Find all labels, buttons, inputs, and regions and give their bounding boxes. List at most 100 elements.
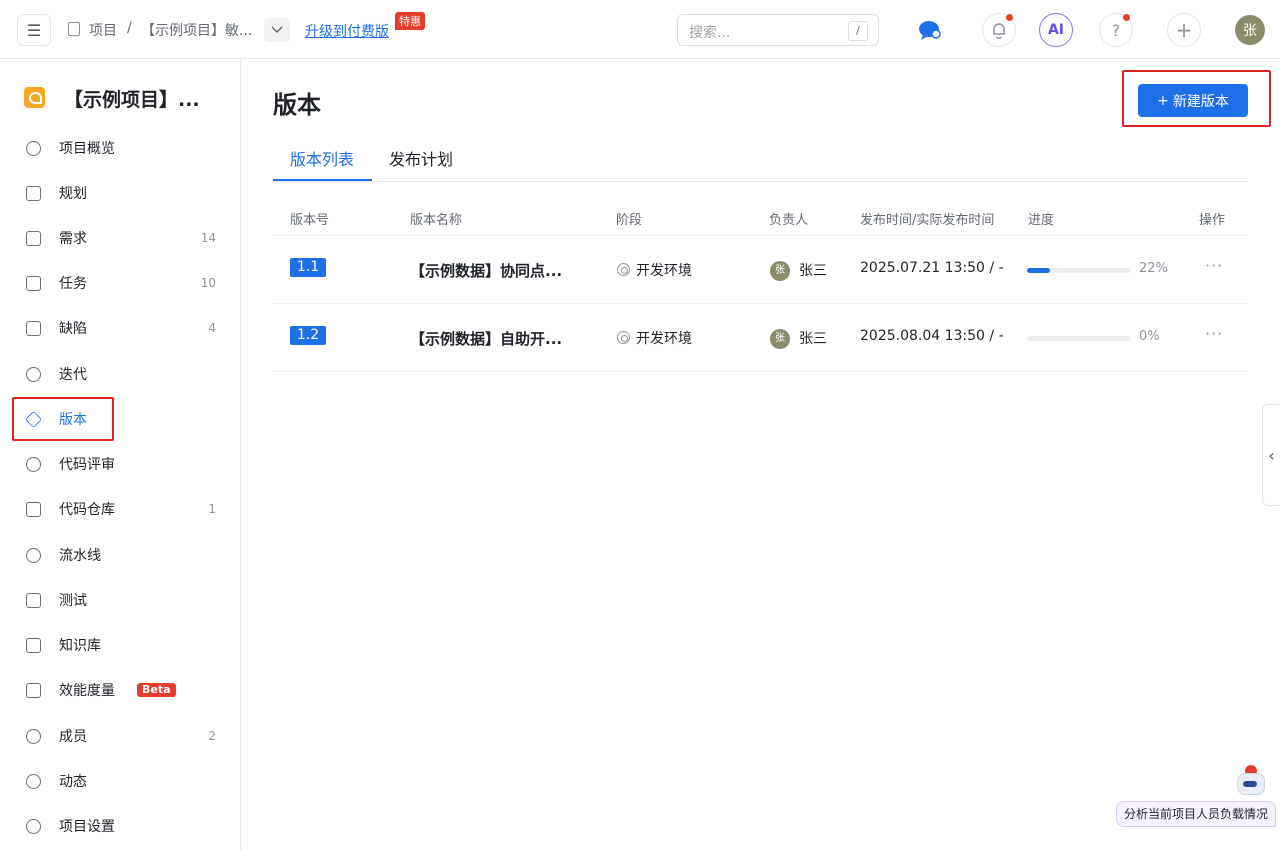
version-stage: 开发环境 (636, 331, 692, 347)
sidebar-item-requirements[interactable]: 需求 14 (12, 217, 227, 259)
table-row[interactable]: 1.1 【示例数据】协同点... 开发环境 张 张三 2025.07.21 13… (273, 236, 1248, 304)
members-icon (26, 728, 41, 744)
release-time: 2025.08.04 13:50 / - (860, 328, 1004, 344)
version-tag: 1.2 (290, 326, 326, 345)
robot-assistant-icon[interactable] (1233, 765, 1267, 801)
iteration-icon (26, 366, 41, 382)
bar-chart-icon (26, 682, 41, 698)
add-icon[interactable]: + (1167, 13, 1201, 47)
help-icon[interactable]: ? (1099, 13, 1133, 47)
progress-percent: 0% (1139, 329, 1160, 344)
version-tag: 1.1 (290, 258, 326, 277)
sidebar-item-settings[interactable]: 项目设置 (12, 805, 227, 847)
main-content: 版本 + 新建版本 版本列表 发布计划 版本号 版本名称 阶段 负责人 发布时间… (242, 59, 1280, 850)
help-dot (1123, 14, 1130, 21)
sidebar-item-label: 动态 (59, 774, 87, 790)
planning-icon (26, 185, 41, 201)
chat-assistant-icon[interactable] (913, 13, 947, 47)
requirement-icon (26, 230, 41, 246)
sidebar-item-label: 需求 (59, 231, 87, 247)
highlight-box-new-version (1122, 70, 1271, 127)
tab-bar: 版本列表 发布计划 (273, 139, 1248, 182)
column-header-actions: 操作 (1199, 213, 1226, 228)
sidebar-item-testing[interactable]: 测试 (12, 579, 227, 621)
stage-icon (617, 263, 630, 276)
version-name[interactable]: 【示例数据】协同点... (410, 260, 562, 281)
more-actions-icon[interactable]: ··· (1205, 324, 1223, 343)
notification-bell-icon[interactable] (982, 13, 1016, 47)
sidebar-item-code-review[interactable]: 代码评审 (12, 443, 227, 485)
column-header-name: 版本名称 (410, 213, 463, 228)
page-title: 版本 (273, 91, 321, 119)
gear-icon (26, 818, 41, 834)
column-header-stage: 阶段 (616, 213, 643, 228)
book-icon (26, 637, 41, 653)
breadcrumb-separator: / (127, 20, 132, 36)
sidebar-item-label: 代码评审 (59, 457, 115, 473)
sidebar-item-defects[interactable]: 缺陷 4 (12, 307, 227, 349)
sidebar-item-label: 知识库 (59, 638, 101, 654)
sidebar-item-pipeline[interactable]: 流水线 (12, 534, 227, 576)
project-folder-icon (68, 22, 80, 36)
sidebar-item-iterations[interactable]: 迭代 (12, 353, 227, 395)
column-header-version: 版本号 (290, 213, 330, 228)
search-shortcut-key: / (848, 21, 868, 41)
robot-visor (1243, 781, 1257, 787)
sidebar-item-label: 项目设置 (59, 819, 115, 835)
sidebar-item-activity[interactable]: 动态 (12, 760, 227, 802)
progress-percent: 22% (1139, 261, 1168, 276)
sidebar-item-count: 14 (200, 231, 216, 245)
search-input[interactable]: 搜索... / (677, 14, 879, 46)
tab-version-list[interactable]: 版本列表 (290, 146, 354, 170)
sidebar-item-count: 4 (208, 321, 216, 335)
progress-bar (1027, 268, 1131, 273)
top-bar: ☰ 项目 / 【示例项目】敏... 升级到付费版 特惠 搜索... / AI ?… (0, 0, 1280, 59)
sidebar-item-label: 迭代 (59, 367, 87, 383)
sidebar-item-overview[interactable]: 项目概览 (12, 127, 227, 169)
sidebar-item-label: 测试 (59, 593, 87, 609)
task-icon (26, 275, 41, 291)
version-owner: 张三 (799, 263, 827, 279)
owner-avatar: 张 (770, 261, 790, 281)
sidebar-item-repository[interactable]: 代码仓库 1 (12, 488, 227, 530)
sidebar-item-label: 任务 (59, 276, 87, 292)
user-avatar[interactable]: 张 (1235, 15, 1265, 45)
column-header-progress: 进度 (1028, 213, 1055, 228)
side-panel-toggle[interactable]: ‹ (1262, 404, 1280, 506)
code-icon (26, 501, 41, 517)
bug-icon (26, 320, 41, 336)
project-switch-chevron-icon[interactable] (264, 18, 290, 42)
ai-assistant-icon[interactable]: AI (1039, 13, 1073, 47)
menu-icon[interactable]: ☰ (17, 14, 51, 46)
progress-bar (1027, 336, 1131, 341)
sidebar-item-count: 10 (200, 276, 216, 290)
project-name[interactable]: 【示例项目】... (64, 85, 200, 112)
progress-fill (1027, 268, 1050, 273)
dashboard-icon (26, 140, 41, 156)
version-owner: 张三 (799, 331, 827, 347)
breadcrumb-project[interactable]: 【示例项目】敏... (141, 20, 252, 40)
promo-badge: 特惠 (395, 12, 425, 30)
sidebar-item-metrics[interactable]: 效能度量 Beta (12, 669, 227, 711)
tab-release-plan[interactable]: 发布计划 (389, 146, 453, 170)
table-row[interactable]: 1.2 【示例数据】自助开... 开发环境 张 张三 2025.08.04 13… (273, 304, 1248, 372)
column-header-owner: 负责人 (769, 213, 809, 228)
breadcrumb-root[interactable]: 项目 (89, 20, 117, 40)
sidebar-item-members[interactable]: 成员 2 (12, 715, 227, 757)
pipeline-icon (26, 547, 41, 563)
sidebar-item-label: 代码仓库 (59, 502, 115, 518)
highlight-box-versions (12, 397, 114, 441)
more-actions-icon[interactable]: ··· (1205, 256, 1223, 275)
activity-icon (26, 773, 41, 789)
sidebar-item-label: 成员 (59, 729, 87, 745)
version-name[interactable]: 【示例数据】自助开... (410, 328, 562, 349)
assistant-suggestion[interactable]: 分析当前项目人员负载情况 (1116, 801, 1277, 827)
stage-icon (617, 331, 630, 344)
sidebar-item-label: 流水线 (59, 548, 101, 564)
column-header-release-time: 发布时间/实际发布时间 (860, 213, 995, 228)
search-placeholder: 搜索... (689, 25, 731, 41)
sidebar-item-planning[interactable]: 规划 (12, 172, 227, 214)
upgrade-link[interactable]: 升级到付费版 (305, 21, 389, 41)
sidebar-item-tasks[interactable]: 任务 10 (12, 262, 227, 304)
sidebar-item-knowledge-base[interactable]: 知识库 (12, 624, 227, 666)
